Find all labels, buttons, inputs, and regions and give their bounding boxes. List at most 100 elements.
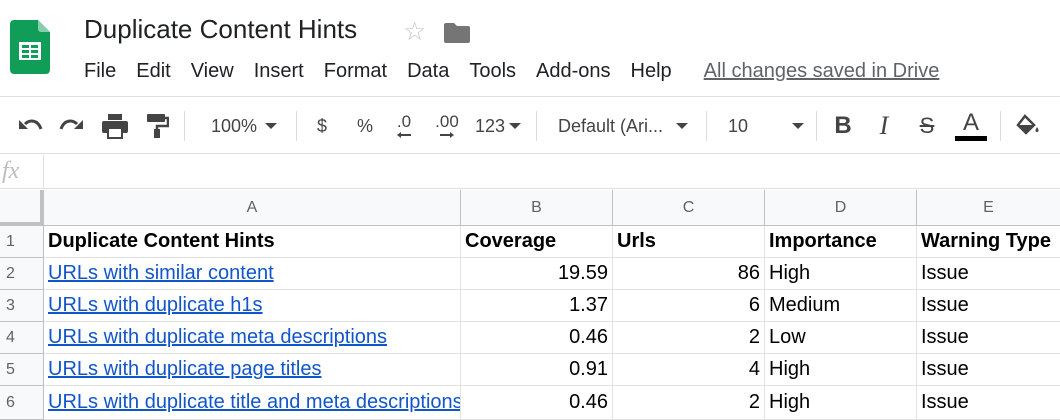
select-all-corner[interactable] bbox=[0, 190, 44, 226]
menu-view[interactable]: View bbox=[181, 58, 244, 84]
menu-add-ons[interactable]: Add-ons bbox=[526, 58, 621, 84]
fill-color-button[interactable] bbox=[1012, 97, 1044, 155]
save-status-link[interactable]: All changes saved in Drive bbox=[704, 60, 940, 83]
row-header-5[interactable]: 5 bbox=[0, 354, 44, 386]
document-title[interactable]: Duplicate Content Hints bbox=[84, 14, 357, 45]
chevron-down-icon bbox=[509, 123, 522, 129]
menu-edit[interactable]: Edit bbox=[126, 58, 180, 84]
formula-bar: fx bbox=[0, 155, 1060, 189]
chevron-down-icon bbox=[792, 123, 804, 129]
column-header-a[interactable]: A bbox=[44, 190, 461, 226]
row-header-3[interactable]: 3 bbox=[0, 290, 44, 322]
urls-cell[interactable]: 86 bbox=[613, 258, 765, 290]
font-family-select[interactable]: Default (Ari... bbox=[548, 97, 696, 155]
hint-link[interactable]: URLs with duplicate h1s bbox=[44, 290, 461, 322]
sheets-logo-icon[interactable] bbox=[10, 20, 50, 74]
arrow-left-icon bbox=[397, 132, 411, 138]
formula-input[interactable] bbox=[50, 155, 1060, 189]
undo-button[interactable] bbox=[14, 97, 46, 155]
urls-cell[interactable]: 4 bbox=[613, 354, 765, 386]
menu-data[interactable]: Data bbox=[397, 58, 459, 84]
hint-link[interactable]: URLs with duplicate title and meta descr… bbox=[44, 386, 461, 420]
percent-format-button[interactable]: % bbox=[350, 97, 380, 155]
font-family-value: Default (Ari... bbox=[558, 115, 664, 136]
undo-icon bbox=[19, 119, 43, 130]
arrow-right-icon bbox=[440, 132, 454, 138]
strikethrough-button[interactable]: S bbox=[912, 97, 942, 155]
hint-link[interactable]: URLs with similar content bbox=[44, 258, 461, 290]
coverage-cell[interactable]: 1.37 bbox=[461, 290, 613, 322]
currency-format-button[interactable]: $ bbox=[308, 97, 336, 155]
menu-help[interactable]: Help bbox=[621, 58, 682, 84]
folder-icon[interactable] bbox=[444, 20, 470, 44]
header-cell-coverage[interactable]: Coverage bbox=[461, 226, 613, 258]
toolbar-divider bbox=[816, 111, 817, 141]
more-formats-button[interactable]: 123 bbox=[472, 97, 524, 155]
paint-format-button[interactable] bbox=[142, 97, 172, 155]
italic-icon: I bbox=[879, 111, 889, 140]
importance-cell[interactable]: High bbox=[765, 258, 917, 290]
urls-cell[interactable]: 2 bbox=[613, 386, 765, 420]
header-cell-hint[interactable]: Duplicate Content Hints bbox=[44, 226, 461, 258]
bold-button[interactable]: B bbox=[828, 97, 858, 155]
decrease-decimal-button[interactable]: .0 bbox=[388, 97, 420, 155]
redo-button[interactable] bbox=[56, 97, 88, 155]
coverage-cell[interactable]: 0.91 bbox=[461, 354, 613, 386]
star-icon[interactable]: ☆ bbox=[403, 14, 426, 48]
menu-bar: File Edit View Insert Format Data Tools … bbox=[74, 58, 939, 84]
row-header-1[interactable]: 1 bbox=[0, 226, 44, 258]
importance-cell[interactable]: Medium bbox=[765, 290, 917, 322]
urls-cell[interactable]: 2 bbox=[613, 322, 765, 354]
row-header-6[interactable]: 6 bbox=[0, 386, 44, 420]
warning-type-cell[interactable]: Issue bbox=[917, 258, 1060, 290]
warning-type-cell[interactable]: Issue bbox=[917, 354, 1060, 386]
paint-format-icon bbox=[147, 114, 169, 138]
coverage-cell[interactable]: 19.59 bbox=[461, 258, 613, 290]
row-header-4[interactable]: 4 bbox=[0, 322, 44, 354]
currency-label: $ bbox=[316, 115, 327, 136]
font-size-select[interactable]: 10 bbox=[718, 97, 810, 155]
toolbar-divider bbox=[184, 111, 185, 141]
column-header-c[interactable]: C bbox=[613, 190, 765, 226]
print-icon bbox=[102, 114, 128, 139]
coverage-cell[interactable]: 0.46 bbox=[461, 322, 613, 354]
warning-type-cell[interactable]: Issue bbox=[917, 290, 1060, 322]
importance-cell[interactable]: Low bbox=[765, 322, 917, 354]
menu-insert[interactable]: Insert bbox=[244, 58, 314, 84]
strikethrough-icon: S bbox=[919, 113, 935, 138]
redo-icon bbox=[59, 119, 83, 130]
header-cell-urls[interactable]: Urls bbox=[613, 226, 765, 258]
importance-cell[interactable]: High bbox=[765, 354, 917, 386]
coverage-cell[interactable]: 0.46 bbox=[461, 386, 613, 420]
font-size-value: 10 bbox=[728, 115, 749, 136]
text-color-button[interactable]: A bbox=[952, 97, 990, 155]
urls-cell[interactable]: 6 bbox=[613, 290, 765, 322]
importance-cell[interactable]: High bbox=[765, 386, 917, 420]
title-bar: Duplicate Content Hints ☆ File Edit View… bbox=[0, 0, 1060, 96]
toolbar-divider bbox=[1000, 111, 1001, 141]
warning-type-cell[interactable]: Issue bbox=[917, 386, 1060, 420]
chevron-down-icon bbox=[265, 123, 278, 129]
text-color-swatch bbox=[955, 135, 987, 141]
fx-icon: fx bbox=[0, 155, 44, 189]
menu-format[interactable]: Format bbox=[314, 58, 397, 84]
print-button[interactable] bbox=[98, 97, 132, 155]
zoom-select[interactable]: 100% bbox=[196, 97, 292, 155]
more-formats-label: 123 bbox=[474, 115, 506, 136]
hint-link[interactable]: URLs with duplicate page titles bbox=[44, 354, 461, 386]
bold-icon: B bbox=[834, 112, 852, 139]
italic-button[interactable]: I bbox=[870, 97, 898, 155]
hint-link[interactable]: URLs with duplicate meta descriptions bbox=[44, 322, 461, 354]
column-header-d[interactable]: D bbox=[765, 190, 917, 226]
warning-type-cell[interactable]: Issue bbox=[917, 322, 1060, 354]
increase-decimal-label: .00 bbox=[435, 112, 459, 131]
column-header-e[interactable]: E bbox=[917, 190, 1060, 226]
percent-label: % bbox=[356, 115, 373, 136]
increase-decimal-button[interactable]: .00 bbox=[428, 97, 466, 155]
column-header-b[interactable]: B bbox=[461, 190, 613, 226]
header-cell-importance[interactable]: Importance bbox=[765, 226, 917, 258]
menu-file[interactable]: File bbox=[74, 58, 126, 84]
header-cell-warning-type[interactable]: Warning Type bbox=[917, 226, 1060, 258]
menu-tools[interactable]: Tools bbox=[459, 58, 526, 84]
row-header-2[interactable]: 2 bbox=[0, 258, 44, 290]
